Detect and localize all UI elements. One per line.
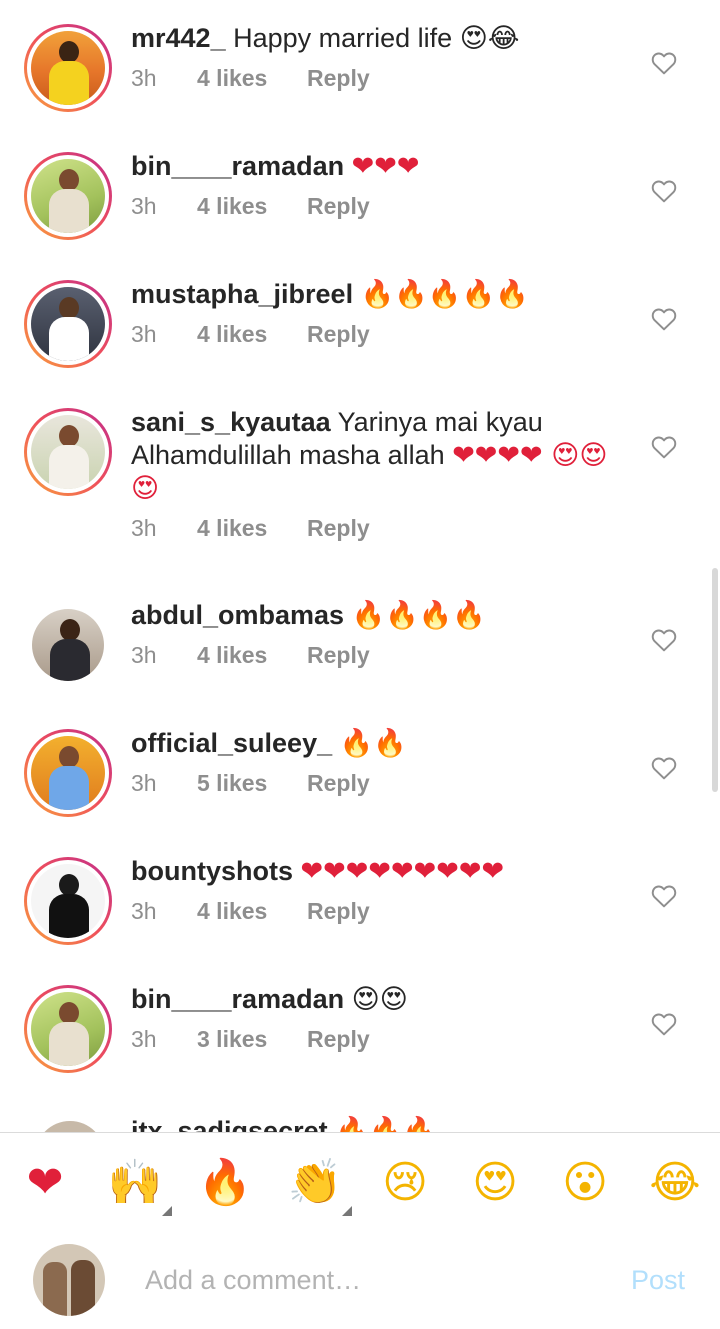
comment-username[interactable]: bin____ramadan bbox=[131, 151, 344, 181]
avatar[interactable] bbox=[24, 601, 112, 689]
avatar[interactable] bbox=[24, 152, 112, 240]
crying-face-emoji-button[interactable]: 😢 bbox=[375, 1155, 435, 1211]
comment-input[interactable] bbox=[145, 1260, 605, 1300]
avatar[interactable] bbox=[24, 729, 112, 817]
comment-time: 3h bbox=[131, 193, 157, 219]
like-heart-icon[interactable] bbox=[651, 628, 677, 652]
red-heart-emoji-button[interactable]: ❤ bbox=[15, 1155, 75, 1211]
comment-username[interactable]: official_suleey_ bbox=[131, 728, 332, 758]
current-user-avatar bbox=[33, 1244, 105, 1316]
comment-username[interactable]: itx_sadiqsecret bbox=[131, 1116, 328, 1132]
avatar[interactable] bbox=[24, 857, 112, 945]
skin-tone-indicator-icon bbox=[342, 1206, 352, 1216]
comment-time: 3h bbox=[131, 321, 157, 347]
avatar[interactable] bbox=[24, 280, 112, 368]
reply-button[interactable]: Reply bbox=[307, 193, 370, 220]
skin-tone-indicator-icon bbox=[162, 1206, 172, 1216]
comment-likes[interactable]: 4 likes bbox=[197, 193, 307, 220]
surprised-face-emoji-button[interactable]: 😮 bbox=[555, 1155, 615, 1211]
comment-text: abdul_ombamas 🔥🔥🔥🔥 bbox=[131, 599, 631, 632]
comment-username[interactable]: bountyshots bbox=[131, 856, 293, 886]
reply-button[interactable]: Reply bbox=[307, 642, 370, 669]
avatar[interactable] bbox=[24, 24, 112, 112]
avatar[interactable] bbox=[24, 408, 112, 496]
reply-button[interactable]: Reply bbox=[307, 898, 370, 925]
comment-composer: Post bbox=[0, 1230, 720, 1329]
raising-hands-emoji-button[interactable]: 🙌 bbox=[105, 1155, 165, 1211]
avatar[interactable] bbox=[24, 985, 112, 1073]
laughing-face-emoji-button[interactable]: 😂 bbox=[645, 1155, 705, 1211]
like-heart-icon[interactable] bbox=[651, 756, 677, 780]
comment-time: 3h bbox=[131, 515, 157, 541]
comment-emoji: 🔥🔥 bbox=[339, 728, 407, 759]
comment-emoji: 🔥🔥🔥 bbox=[335, 1116, 436, 1132]
comment-text: mustapha_jibreel 🔥🔥🔥🔥🔥 bbox=[131, 278, 631, 311]
comment-username[interactable]: mr442_ bbox=[131, 23, 226, 53]
comment-emoji: 🔥🔥🔥🔥🔥 bbox=[360, 279, 529, 310]
comment-username[interactable]: mustapha_jibreel bbox=[131, 279, 353, 309]
comment-likes[interactable]: 4 likes bbox=[197, 898, 307, 925]
comment-likes[interactable]: 5 likes bbox=[197, 770, 307, 797]
clapping-hands-emoji-button[interactable]: 👏 bbox=[285, 1155, 345, 1211]
comment-emoji: 😍😍 bbox=[351, 984, 408, 1015]
like-heart-icon[interactable] bbox=[651, 51, 677, 75]
reply-button[interactable]: Reply bbox=[307, 770, 370, 797]
comments-list[interactable]: mr442_ Happy married life 😍😂 3h 4 likes Re… bbox=[0, 0, 720, 1132]
comment-username[interactable]: sani_s_kyautaa bbox=[131, 407, 331, 437]
comment-emoji: 😍😂 bbox=[459, 23, 520, 54]
comment-text: mr442_ Happy married life 😍😂 bbox=[131, 22, 631, 55]
like-heart-icon[interactable] bbox=[651, 179, 677, 203]
scrollbar[interactable] bbox=[712, 568, 718, 792]
comment-username[interactable]: bin____ramadan bbox=[131, 984, 344, 1014]
comment-text: sani_s_kyautaa Yarinya mai kyau Alhamdul… bbox=[131, 406, 631, 505]
comment-time: 3h bbox=[131, 898, 157, 924]
comment-likes[interactable]: 4 likes bbox=[197, 642, 307, 669]
comment-username[interactable]: abdul_ombamas bbox=[131, 600, 344, 630]
comment-text: bin____ramadan 😍😍 bbox=[131, 983, 631, 1016]
comment-time: 3h bbox=[131, 642, 157, 668]
heart-eyes-emoji-button[interactable]: 😍 bbox=[465, 1155, 525, 1211]
post-button[interactable]: Post bbox=[631, 1265, 685, 1296]
like-heart-icon[interactable] bbox=[651, 1012, 677, 1036]
comment-likes[interactable]: 4 likes bbox=[197, 65, 307, 92]
comment-emoji: ❤❤❤ bbox=[351, 151, 420, 182]
comment-time: 3h bbox=[131, 1026, 157, 1052]
like-heart-icon[interactable] bbox=[651, 307, 677, 331]
comment-text: official_suleey_ 🔥🔥 bbox=[131, 727, 631, 760]
comment-text: bin____ramadan ❤❤❤ bbox=[131, 150, 631, 183]
reply-button[interactable]: Reply bbox=[307, 65, 370, 92]
comment-time: 3h bbox=[131, 770, 157, 796]
comment-text: bountyshots ❤❤❤❤❤❤❤❤❤ bbox=[131, 855, 631, 888]
comment-likes[interactable]: 4 likes bbox=[197, 321, 307, 348]
comment-item-partial: itx_sadiqsecret 🔥🔥🔥 bbox=[0, 1115, 720, 1132]
comment-emoji: 🔥🔥🔥🔥 bbox=[351, 600, 487, 631]
like-heart-icon[interactable] bbox=[651, 435, 677, 459]
comment-emoji: ❤❤❤❤❤❤❤❤❤ bbox=[300, 856, 505, 887]
reply-button[interactable]: Reply bbox=[307, 515, 370, 542]
reply-button[interactable]: Reply bbox=[307, 1026, 370, 1053]
comment-likes[interactable]: 3 likes bbox=[197, 1026, 307, 1053]
avatar[interactable] bbox=[35, 1121, 105, 1132]
comment-body: Happy married life bbox=[233, 23, 460, 53]
comment-likes[interactable]: 4 likes bbox=[197, 515, 307, 542]
comment-time: 3h bbox=[131, 65, 157, 91]
fire-emoji-button[interactable]: 🔥 bbox=[195, 1155, 255, 1211]
like-heart-icon[interactable] bbox=[651, 884, 677, 908]
emoji-quick-bar: ❤ 🙌 🔥 👏 😢 😍 😮 😂 bbox=[0, 1132, 720, 1231]
reply-button[interactable]: Reply bbox=[307, 321, 370, 348]
